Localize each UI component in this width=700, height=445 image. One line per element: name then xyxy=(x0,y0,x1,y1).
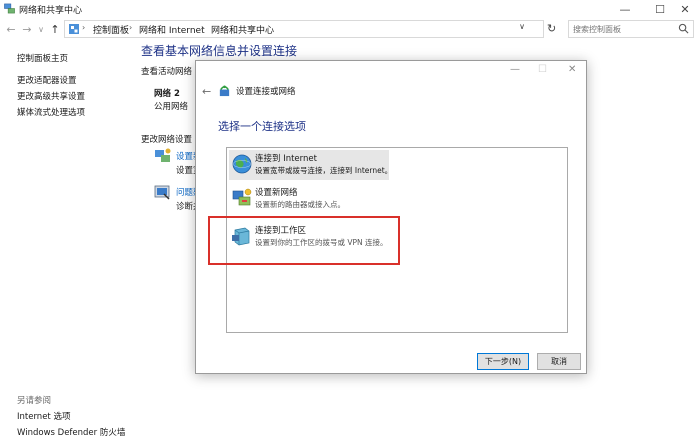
breadcrumb-separator: › xyxy=(82,23,86,32)
breadcrumb-separator: › xyxy=(201,23,205,32)
troubleshoot-icon xyxy=(154,185,170,200)
sidebar-item-change-adapter-settings[interactable]: 更改适配器设置 xyxy=(17,74,77,86)
recent-locations-dropdown[interactable]: ∨ xyxy=(34,22,48,36)
network-type[interactable]: 公用网络 xyxy=(154,100,188,112)
window-titlebar: 网络和共享中心 — ☐ ✕ xyxy=(0,0,700,18)
network-center-icon xyxy=(4,3,15,14)
option-connect-internet[interactable]: 连接到 Internet 设置宽带或拨号连接，连接到 Internet。 xyxy=(229,150,393,180)
highlight-annotation-box xyxy=(208,216,400,265)
cancel-button[interactable]: 取消 xyxy=(537,353,581,370)
forward-button[interactable]: → xyxy=(20,22,34,36)
see-also-internet-options[interactable]: Internet 选项 xyxy=(17,410,70,422)
next-button[interactable]: 下一步(N) xyxy=(477,353,529,370)
see-also-label: 另请参阅 xyxy=(17,396,52,406)
option-desc: 设置宽带或拨号连接，连接到 Internet。 xyxy=(255,166,393,175)
window-title: 网络和共享中心 xyxy=(19,6,83,16)
sidebar-item-media-streaming-options[interactable]: 媒体流式处理选项 xyxy=(17,106,85,118)
see-also-windows-defender-firewall[interactable]: Windows Defender 防火墙 xyxy=(17,426,125,438)
control-panel-icon xyxy=(69,24,79,34)
close-button[interactable]: ✕ xyxy=(670,0,700,18)
option-desc: 设置新的路由器或接入点。 xyxy=(255,200,345,209)
minimize-button[interactable]: — xyxy=(610,0,640,18)
option-title: 设置新网络 xyxy=(255,188,298,198)
router-icon xyxy=(232,188,252,206)
dialog-back-button[interactable]: ← xyxy=(202,85,211,98)
breadcrumb-network-internet[interactable]: 网络和 Internet xyxy=(139,23,205,36)
dialog-heading: 选择一个连接选项 xyxy=(218,120,306,133)
active-networks-label: 查看活动网络 xyxy=(141,67,193,77)
dialog-maximize-button: ☐ xyxy=(538,64,547,75)
search-input[interactable] xyxy=(573,22,677,36)
dialog-title: 设置连接或网络 xyxy=(236,87,296,97)
option-title: 连接到 Internet xyxy=(255,154,317,164)
address-history-dropdown[interactable]: ∨ xyxy=(519,22,525,31)
sidebar-item-control-panel-home[interactable]: 控制面板主页 xyxy=(17,52,68,64)
breadcrumb-network-sharing-center[interactable]: 网络和共享中心 xyxy=(211,23,274,36)
search-icon[interactable] xyxy=(678,23,689,34)
breadcrumb-control-panel[interactable]: 控制面板 xyxy=(93,23,129,36)
up-button[interactable]: ↑ xyxy=(48,22,62,36)
dialog-minimize-button[interactable]: — xyxy=(510,64,520,75)
dialog-close-button[interactable]: ✕ xyxy=(568,64,576,75)
network-setup-icon xyxy=(219,85,230,97)
sidebar-item-advanced-sharing-settings[interactable]: 更改高级共享设置 xyxy=(17,90,85,102)
globe-icon xyxy=(232,154,252,174)
page-title: 查看基本网络信息并设置连接 xyxy=(141,44,298,58)
option-setup-new-network[interactable]: 设置新网络 设置新的路由器或接入点。 xyxy=(229,184,389,214)
address-field[interactable]: › 控制面板 › 网络和 Internet › 网络和共享中心 ∨ xyxy=(64,20,544,38)
refresh-button[interactable]: ↻ xyxy=(547,22,556,35)
back-button[interactable]: ← xyxy=(4,22,18,36)
change-network-settings-label: 更改网络设置 xyxy=(141,135,193,145)
dialog-titlebar: — ☐ ✕ xyxy=(196,61,586,81)
search-box[interactable] xyxy=(568,20,694,38)
network-name: 网络 2 xyxy=(154,89,180,99)
breadcrumb-separator: › xyxy=(129,23,133,32)
new-connection-icon xyxy=(155,148,171,162)
